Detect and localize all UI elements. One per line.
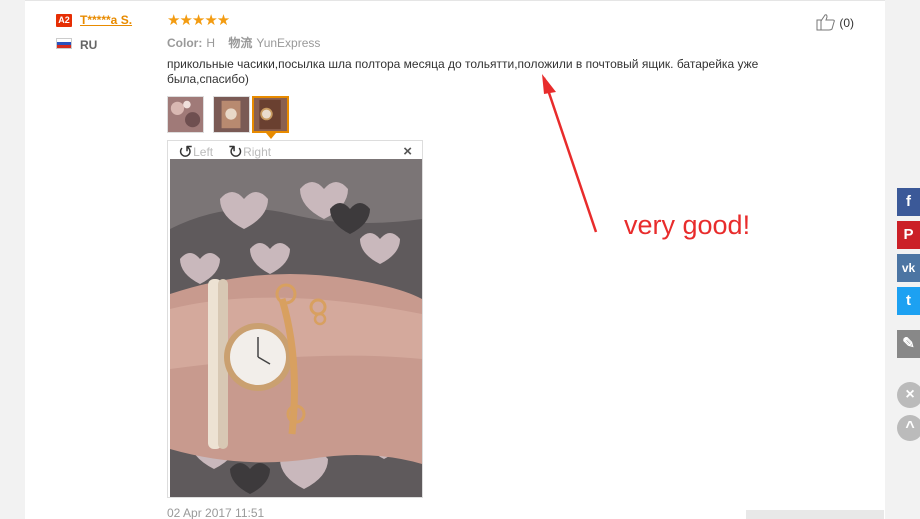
review-photo-thumb[interactable] xyxy=(213,96,250,133)
level-badge: A2 xyxy=(56,14,72,27)
review-meta: Color: H 物流 YunExpress xyxy=(167,34,320,51)
annotation-text: very good! xyxy=(624,210,751,240)
thumbs-up-icon xyxy=(816,14,835,31)
russia-flag-icon xyxy=(56,38,72,49)
star-rating: ★★★★★ xyxy=(167,12,230,29)
facebook-share-button[interactable]: f xyxy=(897,188,920,216)
pinterest-icon: P xyxy=(903,226,914,243)
vk-share-button[interactable]: vk xyxy=(897,254,920,282)
close-viewer-button[interactable]: × xyxy=(403,143,412,160)
vk-icon: vk xyxy=(901,261,916,275)
facebook-icon: f xyxy=(906,193,911,210)
bottom-bar xyxy=(746,510,884,519)
color-label: Color: xyxy=(167,36,203,50)
reviewer-country: RU xyxy=(80,38,98,52)
twitter-icon: t xyxy=(906,292,911,309)
review-date: 02 Apr 2017 11:51 xyxy=(167,506,265,519)
close-icon: × xyxy=(905,386,915,403)
close-share-button[interactable]: × xyxy=(897,382,920,408)
color-value: H xyxy=(206,36,215,50)
review-photo-thumb[interactable] xyxy=(167,96,204,133)
pencil-icon: ✎ xyxy=(902,335,915,352)
reviewer-name-link[interactable]: T*****a S. xyxy=(80,13,132,27)
chevron-up-icon: ^ xyxy=(905,419,915,436)
page: A2 T*****a S. RU ★★★★★ Color: H 物流 YunExpr… xyxy=(0,0,920,519)
selected-caret-icon xyxy=(266,133,276,139)
twitter-share-button[interactable]: t xyxy=(897,287,920,315)
shipping-value: YunExpress xyxy=(256,36,321,50)
annotation-arrow-icon xyxy=(542,74,598,233)
pinterest-share-button[interactable]: P xyxy=(897,221,920,249)
scroll-top-button[interactable]: ^ xyxy=(897,415,920,441)
review-text: прикольные часики,посылка шла полтора ме… xyxy=(167,57,759,86)
helpful-count: (0) xyxy=(839,16,855,30)
divider xyxy=(25,0,885,1)
shipping-label: 物流 xyxy=(228,36,253,50)
helpful-button[interactable]: (0) xyxy=(816,13,854,31)
photo-viewer: ↺Left ↻Right × xyxy=(167,140,423,498)
review-photo-large xyxy=(170,159,422,497)
edit-button[interactable]: ✎ xyxy=(897,330,920,358)
review-photo-thumb-selected[interactable] xyxy=(252,96,289,133)
